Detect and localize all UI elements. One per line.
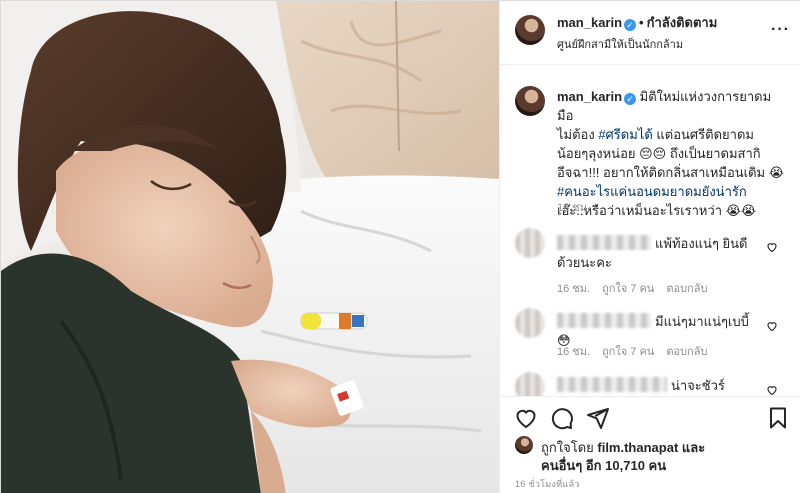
- likes-summary: ถูกใจโดย film.thanapat และ คนอื่นๆ อีก 1…: [515, 436, 795, 473]
- commenter-username-blurred[interactable]: [557, 235, 651, 250]
- commenter-avatar-blurred[interactable]: [515, 228, 545, 258]
- author-line: man_karin ✓ • กำลังติดตาม: [557, 15, 717, 31]
- likes-others-prefix[interactable]: คนอื่นๆ: [541, 458, 586, 473]
- comment-heart-icon[interactable]: [766, 241, 778, 253]
- verified-badge-icon: ✓: [624, 19, 637, 31]
- post-location[interactable]: ศูนย์ฝึกสามีให้เป็นนักกล้าม: [557, 35, 683, 53]
- likes-others-count[interactable]: อีก 10,710 คน: [586, 458, 666, 473]
- commenter-username-blurred[interactable]: [557, 377, 667, 392]
- separator-dot: •: [639, 15, 644, 30]
- author-avatar[interactable]: [515, 15, 545, 45]
- author-username[interactable]: man_karin: [557, 15, 622, 30]
- likes-prefix: ถูกใจโดย: [541, 440, 598, 455]
- comment-meta: 16 ชม. ถูกใจ 7 คน ตอบกลับ: [557, 342, 719, 360]
- verified-badge-icon: ✓: [624, 93, 637, 105]
- paper-plane-icon[interactable]: [586, 406, 610, 430]
- likes-line-2[interactable]: คนอื่นๆ อีก 10,710 คน: [541, 455, 666, 476]
- comments-scroll-area[interactable]: man_karin ✓ มิติใหม่แห่งวงการยาดม มือ ไม่…: [500, 66, 800, 396]
- more-options-icon[interactable]: ···: [771, 21, 790, 39]
- reply-button[interactable]: ตอบกลับ: [666, 283, 707, 295]
- comment-text: แพ้ท้องแน่ๆ ยินดี ด้วยนะคะ: [557, 234, 757, 272]
- commenter-username-blurred[interactable]: [557, 313, 651, 328]
- comment-heart-icon[interactable]: [766, 320, 778, 332]
- caption-hashtag-1[interactable]: #ศรีดมได้: [598, 127, 652, 142]
- bookmark-icon[interactable]: [766, 406, 790, 430]
- reply-button[interactable]: ตอบกลับ: [666, 346, 707, 358]
- comment-body: แพ้ท้องแน่ๆ ยินดี: [655, 236, 748, 251]
- liker-avatar[interactable]: [515, 436, 533, 454]
- caption-timestamp[interactable]: 16 ชม.: [557, 198, 590, 216]
- post-side-panel: man_karin ✓ • กำลังติดตาม ศูนย์ฝึกสามีให้เป…: [499, 1, 800, 493]
- commenter-avatar-blurred[interactable]: [515, 372, 545, 396]
- caption-line-2b: แต่อนศรีติดยาดม: [652, 127, 754, 142]
- caption-line-2: ไม่ต้อง: [557, 127, 599, 142]
- photo-sleeping-woman-with-inhaler: [1, 1, 499, 493]
- following-button[interactable]: กำลังติดตาม: [647, 15, 718, 30]
- caption-author-avatar[interactable]: [515, 86, 545, 116]
- liker-username[interactable]: film.thanapat: [597, 440, 678, 455]
- comment-text: น่าจะชัวร์: [557, 376, 757, 395]
- commenter-avatar-blurred[interactable]: [515, 308, 545, 338]
- comment-likes[interactable]: ถูกใจ 7 คน: [602, 346, 654, 358]
- caption-hashtag-2[interactable]: #คนอะไรแค่นอนดมยาดมยังน่ารัก: [557, 184, 747, 199]
- post-timestamp[interactable]: 16 ชั่วโมงที่แล้ว: [515, 477, 580, 491]
- likes-and: และ: [678, 440, 706, 455]
- post-dialog: man_karin ✓ • กำลังติดตาม ศูนย์ฝึกสามีให้เป…: [0, 0, 800, 493]
- post-photo[interactable]: [1, 1, 499, 493]
- post-caption: man_karin ✓ มิติใหม่แห่งวงการยาดม มือ ไม่…: [557, 87, 787, 220]
- comment-likes[interactable]: ถูกใจ 7 คน: [602, 283, 654, 295]
- comment-body-line-2: ด้วยนะคะ: [557, 255, 612, 270]
- caption-username[interactable]: man_karin: [557, 89, 622, 104]
- comment-time[interactable]: 16 ชม.: [557, 346, 590, 358]
- post-header: man_karin ✓ • กำลังติดตาม ศูนย์ฝึกสามีให้เป…: [500, 1, 800, 65]
- caption-line-4: อีจฉา!!! อยากให้ติดกลิ่นสาเหมือนเดิม 😭: [557, 165, 784, 180]
- comment-meta: 16 ชม. ถูกใจ 7 คน ตอบกลับ: [557, 279, 719, 297]
- heart-icon[interactable]: [514, 406, 538, 430]
- caption-line-3: น้อยๆลุงหน่อย 😔😔 ถึงเป็นยาดมสากิ: [557, 146, 761, 161]
- comment-time[interactable]: 16 ชม.: [557, 283, 590, 295]
- comment-icon[interactable]: [550, 406, 574, 430]
- action-bar: [500, 396, 800, 436]
- comment-heart-icon[interactable]: [766, 384, 778, 396]
- comment-body: น่าจะชัวร์: [671, 378, 725, 393]
